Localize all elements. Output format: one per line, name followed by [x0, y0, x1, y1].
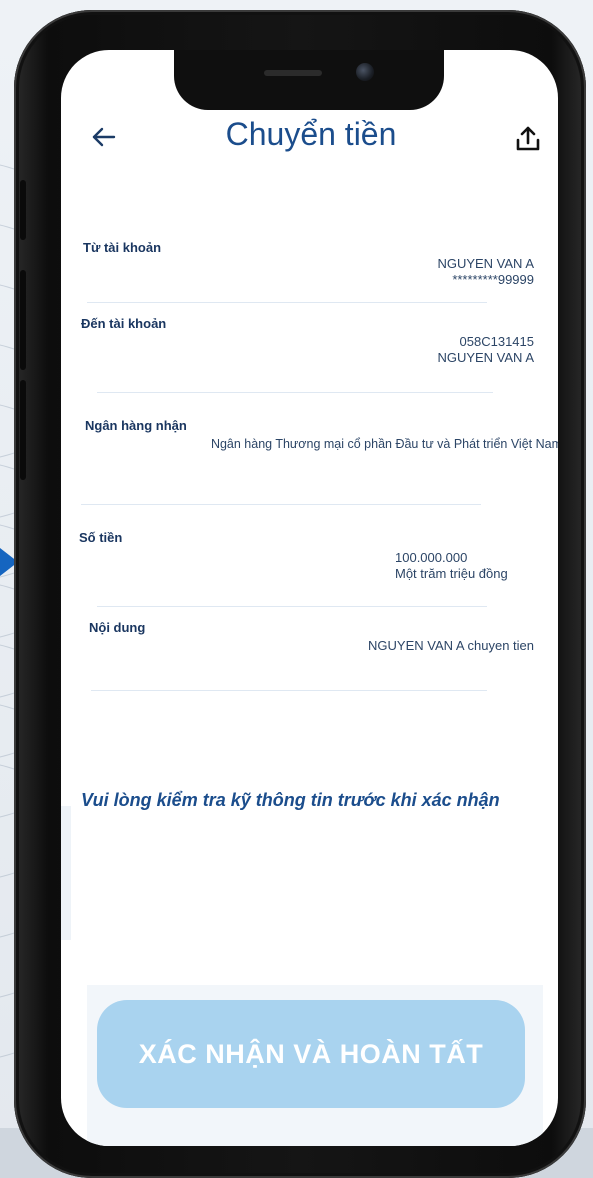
verify-notice: Vui lòng kiểm tra kỹ thông tin trước khi…	[81, 790, 500, 810]
speaker-grille	[264, 70, 322, 76]
from-account-label: Từ tài khoản	[83, 240, 162, 255]
background-stage: Chuyển tiền Từ tài khoản NGUYEN VAN A **…	[0, 0, 593, 1178]
receiving-bank-field: Ngân hàng nhận Ngân hàng Thương mại cổ p…	[61, 418, 558, 508]
side-button-silent	[20, 180, 26, 240]
field-divider	[97, 606, 487, 607]
from-account-field: Từ tài khoản NGUYEN VAN A *********99999	[61, 240, 558, 310]
from-account-value: NGUYEN VAN A *********99999	[437, 256, 534, 288]
side-button-volume-down	[20, 380, 26, 480]
amount-in-words: Một trăm triệu đồng	[395, 566, 508, 581]
side-button-volume-up	[20, 270, 26, 370]
receiving-bank-label: Ngân hàng nhận	[85, 418, 187, 433]
to-account-number: 058C131415	[459, 334, 534, 349]
masked-prefix	[413, 335, 456, 350]
to-account-label: Đến tài khoản	[81, 316, 167, 331]
to-account-field: Đến tài khoản 058C131415 NGUYEN VAN A	[61, 316, 558, 396]
phone-notch	[174, 50, 444, 110]
phone-screen: Chuyển tiền Từ tài khoản NGUYEN VAN A **…	[61, 50, 558, 1146]
field-divider	[97, 392, 493, 393]
front-camera	[356, 63, 374, 81]
field-divider	[81, 504, 481, 505]
share-upload-icon[interactable]	[513, 124, 543, 154]
from-account-name: NGUYEN VAN A	[437, 256, 534, 271]
page-title: Chuyển tiền	[225, 116, 397, 152]
to-account-value: 058C131415 NGUYEN VAN A	[413, 334, 534, 366]
from-account-number: *********99999	[452, 272, 534, 287]
field-divider	[87, 302, 487, 303]
arrow-left-icon[interactable]	[89, 122, 119, 152]
amount-value: 100.000.000	[395, 550, 468, 565]
content-label: Nội dung	[89, 620, 146, 635]
content-field: Nội dung NGUYEN VAN A chuyen tien	[61, 620, 558, 700]
to-account-name: NGUYEN VAN A	[437, 350, 534, 365]
amount-value-block: 100.000.000 Một trăm triệu đồng	[395, 550, 534, 582]
content-value: NGUYEN VAN A chuyen tien	[368, 638, 534, 653]
edge-shade	[61, 806, 71, 940]
app-header: Chuyển tiền	[61, 110, 558, 180]
phone-frame: Chuyển tiền Từ tài khoản NGUYEN VAN A **…	[14, 10, 586, 1178]
receiving-bank-value: Ngân hàng Thương mại cổ phần Đầu tư và P…	[210, 437, 558, 451]
amount-label: Số tiền	[79, 530, 123, 545]
amount-field: Số tiền 100.000.000 Một trăm triệu đồng	[61, 530, 558, 610]
confirm-complete-button[interactable]: XÁC NHẬN VÀ HOÀN TẤT	[97, 1000, 525, 1108]
field-divider	[91, 690, 487, 691]
